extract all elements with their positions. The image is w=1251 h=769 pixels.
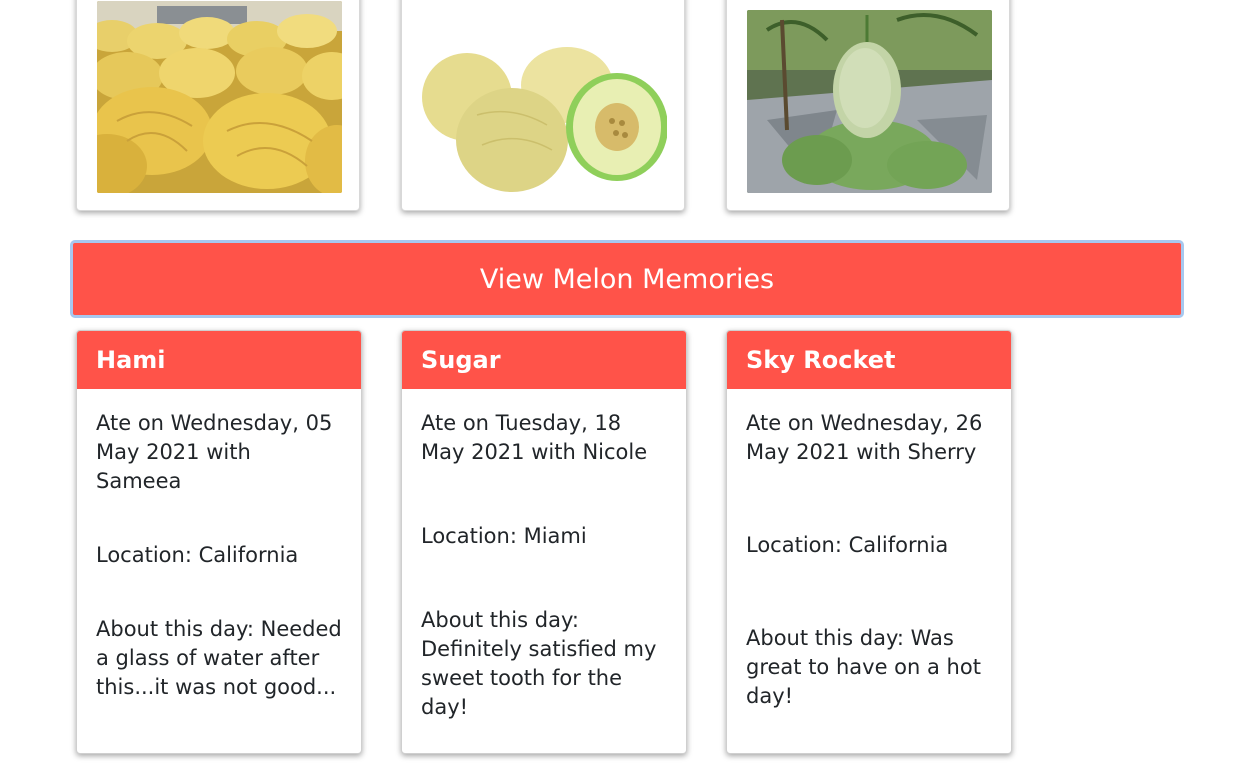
memory-card-body: Ate on Wednesday, 26 May 2021 with Sherr… bbox=[727, 389, 1011, 711]
cut-melon-photo bbox=[422, 45, 667, 193]
memory-card-body: Ate on Wednesday, 05 May 2021 with Samee… bbox=[77, 389, 361, 702]
melon-pile-photo bbox=[97, 1, 342, 193]
memory-ate-on-text: Ate on Wednesday, 26 May 2021 with Sherr… bbox=[746, 411, 983, 464]
memory-ate-on-text: Ate on Tuesday, 18 May 2021 with Nicole bbox=[421, 411, 648, 464]
view-melon-memories-button[interactable]: View Melon Memories bbox=[70, 240, 1184, 318]
melon-photo-card bbox=[401, 0, 685, 211]
memory-about-text: About this day: Definitely satisfied my … bbox=[421, 608, 657, 719]
memory-ate-on-text: Ate on Wednesday, 05 May 2021 with Samee… bbox=[96, 411, 333, 493]
memory-about-text: About this day: Was great to have on a h… bbox=[746, 626, 981, 708]
memory-card-title: Sky Rocket bbox=[727, 331, 1011, 389]
memory-location-text: Location: Miami bbox=[421, 524, 587, 548]
page: View Melon Memories Hami Ate on Wednesda… bbox=[0, 0, 1251, 769]
memory-card: Hami Ate on Wednesday, 05 May 2021 with … bbox=[76, 330, 362, 754]
memory-location-text: Location: California bbox=[96, 543, 299, 567]
memory-card: Sugar Ate on Tuesday, 18 May 2021 with N… bbox=[401, 330, 687, 754]
memory-location-text: Location: California bbox=[746, 533, 949, 557]
memory-card-body: Ate on Tuesday, 18 May 2021 with Nicole … bbox=[402, 389, 686, 722]
memory-about-text: About this day: Needed a glass of water … bbox=[96, 617, 342, 699]
memory-card-title: Sugar bbox=[402, 331, 686, 389]
melon-photo-card bbox=[76, 0, 360, 211]
melon-on-vine-photo bbox=[747, 10, 992, 193]
memory-card: Sky Rocket Ate on Wednesday, 26 May 2021… bbox=[726, 330, 1012, 754]
memory-card-title: Hami bbox=[77, 331, 361, 389]
melon-photo-card bbox=[726, 0, 1010, 211]
